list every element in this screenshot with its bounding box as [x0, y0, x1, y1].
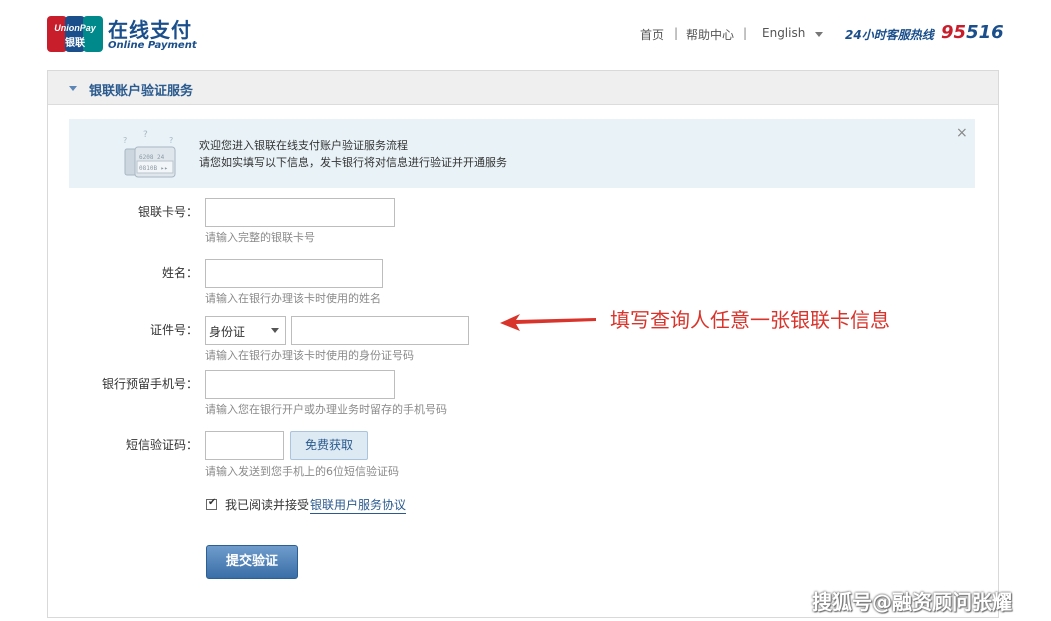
- annotation-text: 填写查询人任意一张银联卡信息: [610, 308, 890, 332]
- id-hint: 请输入在银行办理该卡时使用的身份证号码: [205, 349, 414, 362]
- phone-label: 银行预留手机号：: [101, 377, 198, 391]
- welcome-notice: ? ? ? 6208 24 0810B ▸▸ 欢迎您进入银联在线支付账户验证服务…: [69, 119, 975, 188]
- chevron-down-icon: [271, 328, 279, 333]
- phone-hint: 请输入您在银行开户或办理业务时留存的手机号码: [205, 403, 447, 416]
- hotline-number-part1: 95: [941, 22, 967, 43]
- id-number-input[interactable]: [291, 316, 469, 345]
- svg-text:?: ?: [143, 130, 148, 140]
- panel-title: 银联账户验证服务: [89, 84, 194, 99]
- verification-panel: 银联账户验证服务 ? ? ? 6208 24 0810B ▸▸ 欢迎您进入银联在…: [47, 70, 999, 618]
- close-icon[interactable]: ×: [956, 125, 968, 141]
- id-label: 证件号：: [149, 323, 198, 337]
- notice-line-2: 请您如实填写以下信息，发卡银行将对信息进行验证并开通服务: [199, 156, 507, 169]
- agreement-checkbox[interactable]: ✔: [206, 497, 217, 510]
- svg-text:银联: 银联: [65, 36, 85, 49]
- sms-code-input[interactable]: [205, 431, 284, 460]
- arrow-left-icon: [500, 314, 596, 331]
- chevron-down-icon[interactable]: [815, 32, 823, 37]
- logo-title-cn: 在线支付: [108, 18, 192, 42]
- check-icon: ✔: [208, 497, 217, 508]
- id-type-selected: 身份证: [209, 325, 246, 339]
- svg-text:?: ?: [169, 136, 173, 145]
- name-input[interactable]: [205, 259, 383, 288]
- hotline-number: 95516: [941, 22, 1004, 43]
- panel-header[interactable]: 银联账户验证服务: [48, 71, 998, 105]
- collapse-caret-icon[interactable]: [69, 86, 77, 91]
- name-hint: 请输入在银行办理该卡时使用的姓名: [205, 292, 381, 305]
- svg-text:0810B ▸▸: 0810B ▸▸: [139, 165, 168, 172]
- hotline-label: 24小时客服热线: [845, 28, 934, 42]
- nav-separator: |: [674, 26, 679, 40]
- svg-text:?: ?: [123, 136, 127, 145]
- phone-input[interactable]: [205, 370, 395, 399]
- sms-hint: 请输入发送到您手机上的6位短信验证码: [205, 465, 399, 478]
- nav-separator: |: [743, 26, 748, 40]
- card-number-label: 银联卡号：: [137, 205, 198, 219]
- agreement-text: 我已阅读并接受: [225, 498, 310, 512]
- card-number-input[interactable]: [205, 198, 395, 227]
- hotline-number-part2: 516: [966, 22, 1004, 43]
- unionpay-logo-icon: UnionPay 银联: [47, 16, 103, 52]
- nav-home-link[interactable]: 首页: [640, 26, 664, 43]
- id-type-select[interactable]: 身份证: [205, 316, 286, 345]
- nav-help-link[interactable]: 帮助中心: [686, 26, 734, 43]
- agreement-link[interactable]: 银联用户服务协议: [310, 496, 407, 514]
- name-label: 姓名：: [161, 266, 198, 280]
- logo-title-en: Online Payment: [108, 40, 197, 51]
- card-number-hint: 请输入完整的银联卡号: [205, 231, 315, 244]
- svg-text:UnionPay: UnionPay: [54, 23, 97, 33]
- svg-text:6208 24: 6208 24: [139, 154, 165, 161]
- bank-card-icon: ? ? ? 6208 24 0810B ▸▸: [123, 130, 176, 178]
- notice-line-1: 欢迎您进入银联在线支付账户验证服务流程: [199, 139, 408, 152]
- submit-button[interactable]: 提交验证: [206, 545, 298, 579]
- language-selector[interactable]: English: [762, 26, 805, 40]
- sms-label: 短信验证码：: [125, 438, 198, 452]
- watermark: 搜狐号@融资顾问张耀: [812, 590, 1012, 614]
- get-sms-code-button[interactable]: 免费获取: [290, 431, 368, 460]
